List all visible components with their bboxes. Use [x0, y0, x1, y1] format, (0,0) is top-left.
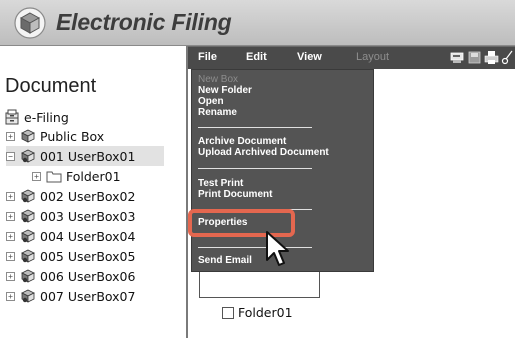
expand-icon[interactable]: +: [32, 171, 41, 181]
tree-item-userbox01[interactable]: − 001 UserBox01: [6, 146, 164, 166]
tree-item-userbox03[interactable]: + 003 UserBox03: [6, 206, 182, 226]
tree-item-label: 004 UserBox04: [40, 228, 136, 244]
expand-icon[interactable]: +: [6, 191, 15, 201]
menu-edit[interactable]: Edit: [246, 51, 267, 63]
user-box-icon: [21, 269, 35, 283]
user-box-icon: [21, 149, 35, 163]
expand-icon[interactable]: +: [6, 211, 15, 221]
expand-icon[interactable]: +: [6, 271, 15, 281]
menu-separator: [198, 247, 312, 248]
user-box-icon: [21, 209, 35, 223]
menu-layout[interactable]: Layout: [356, 51, 389, 63]
menubar: File Edit View Layout: [188, 46, 515, 69]
menu-item-open[interactable]: Open: [198, 96, 224, 107]
tree-item-label: 005 UserBox05: [40, 248, 136, 264]
menu-view[interactable]: View: [297, 51, 322, 63]
folder-tree-panel: Document e-Filing + Public Box − 001 Use…: [0, 46, 188, 338]
tree-item-userbox05[interactable]: + 005 UserBox05: [6, 246, 182, 266]
tree-item-label: Folder01: [66, 168, 121, 184]
app-header: Electronic Filing: [0, 0, 515, 46]
user-box-icon: [21, 189, 35, 203]
expand-icon[interactable]: +: [6, 251, 15, 261]
menu-item-send-email[interactable]: Send Email: [198, 255, 252, 266]
mouse-pointer-icon: [266, 231, 289, 266]
expand-icon[interactable]: +: [6, 131, 15, 141]
tree-item-userbox07[interactable]: + 007 UserBox07: [6, 286, 182, 306]
app-title: Electronic Filing: [56, 9, 232, 35]
menu-item-archive-document[interactable]: Archive Document: [198, 136, 286, 147]
collapse-icon[interactable]: −: [6, 151, 15, 161]
tree-item-label: 006 UserBox06: [40, 268, 136, 284]
tree-item-userbox02[interactable]: + 002 UserBox02: [6, 186, 182, 206]
tree-item-label: 002 UserBox02: [40, 188, 136, 204]
menu-item-new-box[interactable]: New Box: [198, 74, 238, 85]
menu-file[interactable]: File: [198, 51, 217, 63]
panel-title: Document: [5, 75, 97, 97]
menu-item-upload-archived-document[interactable]: Upload Archived Document: [198, 147, 329, 158]
tree-item-folder01[interactable]: + Folder01: [32, 166, 182, 186]
menu-item-new-folder[interactable]: New Folder: [198, 85, 252, 96]
cube-logo-icon: [14, 7, 46, 39]
box-icon: [21, 129, 35, 143]
user-box-icon: [21, 249, 35, 263]
content-folder-item[interactable]: Folder01: [222, 305, 293, 320]
expand-icon[interactable]: +: [6, 291, 15, 301]
scanner-icon[interactable]: [450, 50, 465, 65]
tree-item-public-box[interactable]: + Public Box: [6, 126, 182, 146]
folder-checkbox[interactable]: [222, 306, 234, 319]
tree-item-userbox06[interactable]: + 006 UserBox06: [6, 266, 182, 286]
user-box-icon: [21, 229, 35, 243]
folder-icon: [46, 171, 62, 183]
cut-icon[interactable]: [500, 50, 515, 65]
efiling-cabinet-icon: [5, 109, 19, 125]
tree-item-label: 007 UserBox07: [40, 288, 136, 304]
menu-item-rename[interactable]: Rename: [198, 107, 237, 118]
user-box-icon: [21, 289, 35, 303]
menu-item-print-document[interactable]: Print Document: [198, 189, 272, 200]
print-icon[interactable]: [484, 50, 499, 65]
tree-item-label: Public Box: [40, 128, 105, 144]
save-icon[interactable]: [467, 50, 482, 65]
expand-icon[interactable]: +: [6, 231, 15, 241]
tree-root-efiling[interactable]: e-Filing: [4, 109, 69, 125]
menu-item-test-print[interactable]: Test Print: [198, 178, 243, 189]
tree-item-userbox04[interactable]: + 004 UserBox04: [6, 226, 182, 246]
menu-separator: [198, 127, 312, 128]
tree-item-label: 003 UserBox03: [40, 208, 136, 224]
menu-separator: [198, 168, 312, 169]
tree-item-label: 001 UserBox01: [40, 148, 136, 164]
tree-root-label: e-Filing: [24, 109, 69, 125]
content-folder-label: Folder01: [238, 305, 293, 320]
